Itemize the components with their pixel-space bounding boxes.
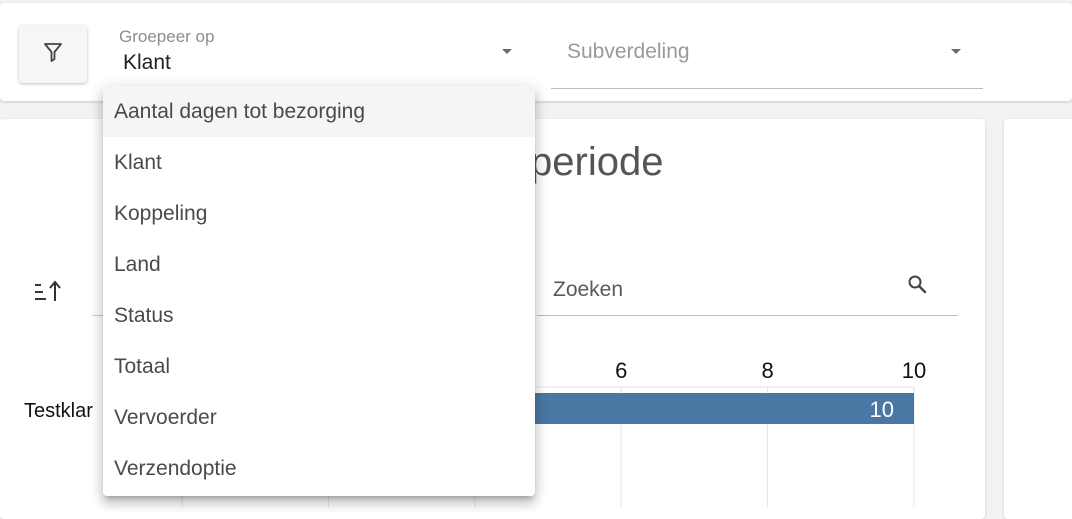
group-by-dropdown-menu: Aantal dagen tot bezorging Klant Koppeling… xyxy=(103,86,535,496)
dropdown-option[interactable]: Totaal xyxy=(103,341,535,392)
x-tick-label: 6 xyxy=(615,358,627,383)
dropdown-option[interactable]: Verzendoptie xyxy=(103,443,535,494)
dropdown-option[interactable]: Land xyxy=(103,239,535,290)
dropdown-option[interactable]: Koppeling xyxy=(103,188,535,239)
dropdown-option[interactable]: Klant xyxy=(103,137,535,188)
bar-value-label: 10 xyxy=(870,397,894,422)
dropdown-option[interactable]: Aantal dagen tot bezorging xyxy=(103,86,535,137)
category-label: Testklar xyxy=(24,400,93,422)
x-tick-label: 8 xyxy=(761,358,773,383)
dropdown-option[interactable]: Vervoerder xyxy=(103,392,535,443)
x-tick-label: 10 xyxy=(902,358,926,383)
dropdown-option[interactable]: Status xyxy=(103,290,535,341)
